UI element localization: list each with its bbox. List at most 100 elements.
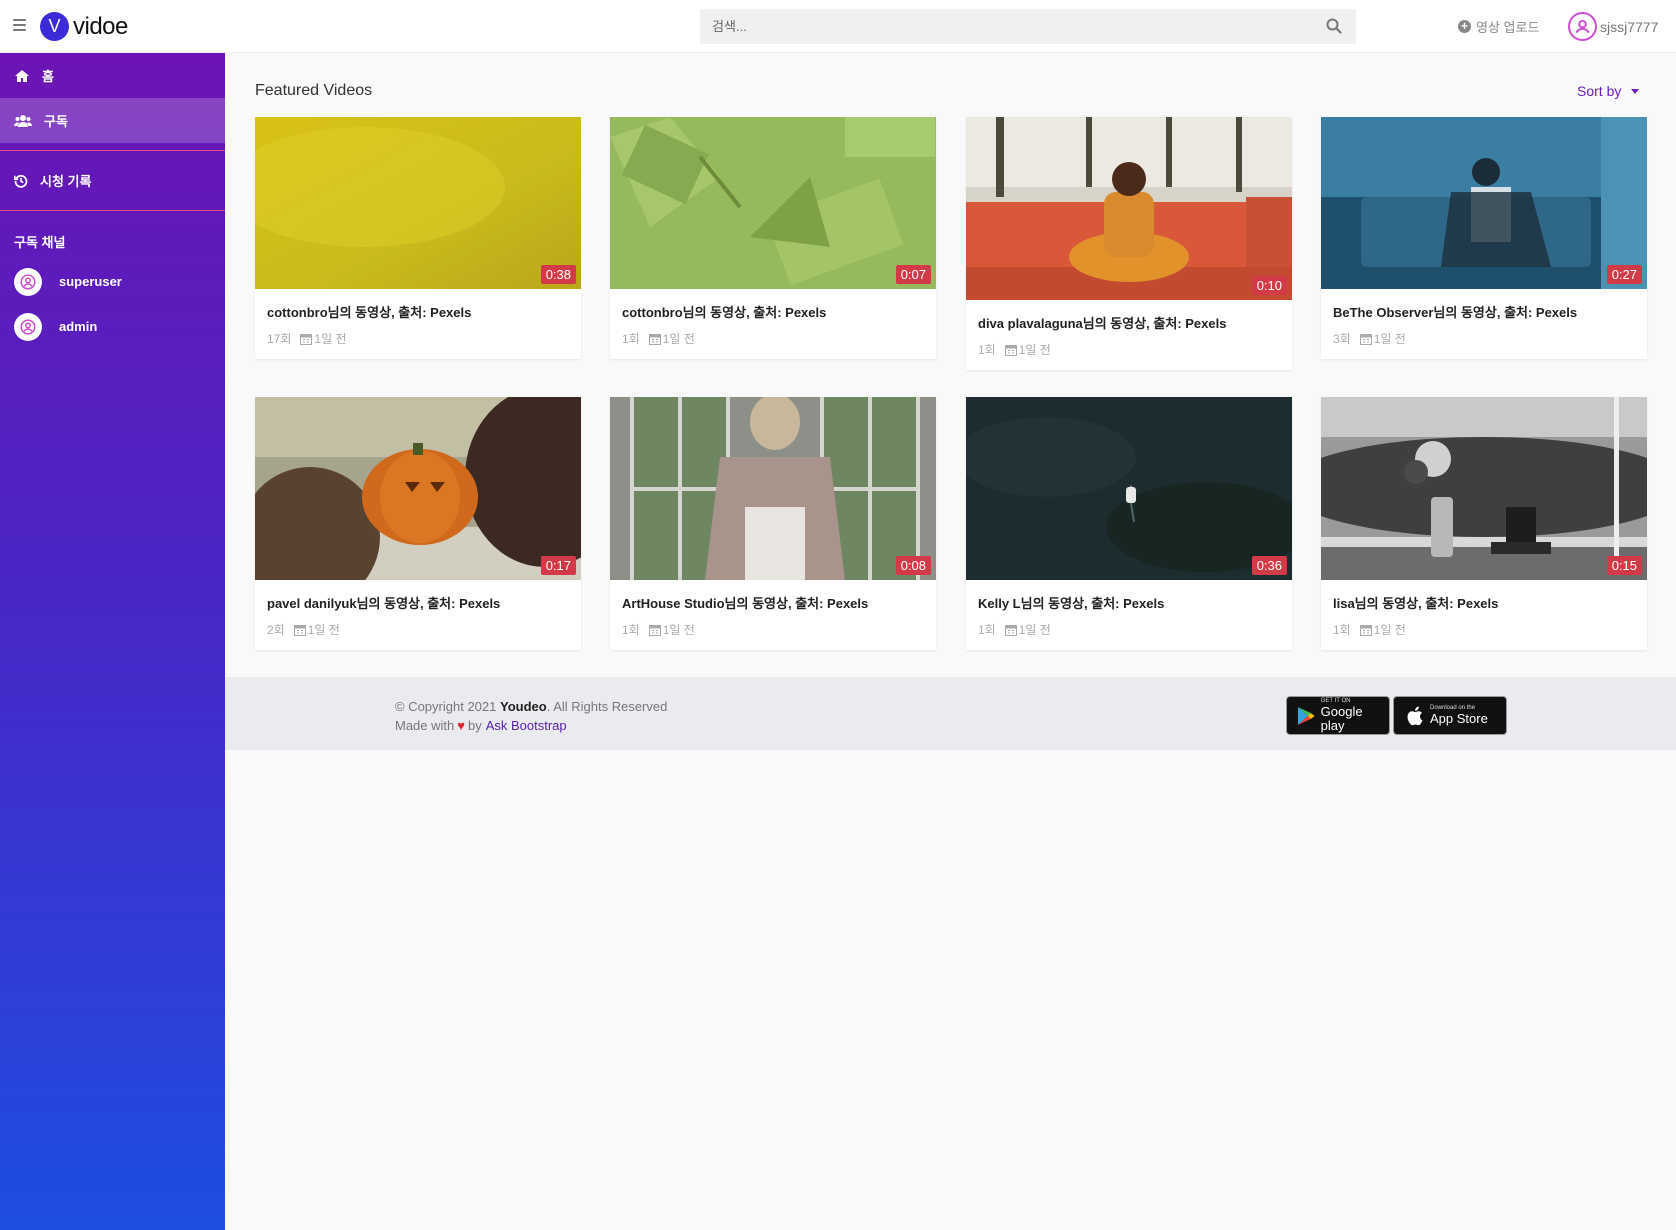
video-card[interactable]: 0:08 ArtHouse Studio님의 동영상, 출처: Pexels 1… [610, 397, 936, 650]
upload-date: 1일 전 [1018, 623, 1051, 637]
video-title[interactable]: lisa님의 동영상, 출처: Pexels [1333, 593, 1635, 612]
sidebar-item-label: 구독 [44, 114, 68, 129]
sort-label: Sort by [1577, 83, 1622, 99]
user-menu[interactable]: sjssj7777 [1568, 12, 1658, 41]
channel-name: superuser [59, 274, 122, 289]
sidebar: 홈 구독 시청 기록 구독 채널 superuser admin [0, 53, 225, 1230]
search-bar [700, 9, 1356, 44]
video-thumbnail[interactable]: 0:15 [1321, 397, 1647, 580]
video-thumbnail[interactable]: 0:08 [610, 397, 936, 580]
upload-button[interactable]: + 영상 업로드 [1458, 17, 1539, 36]
video-title[interactable]: pavel danilyuk님의 동영상, 출처: Pexels [267, 593, 569, 612]
video-thumbnail[interactable]: 0:10 [966, 117, 1292, 300]
upload-date: 1일 전 [1373, 332, 1406, 346]
video-title[interactable]: diva plavalaguna님의 동영상, 출처: Pexels [978, 313, 1280, 332]
sidebar-divider [0, 210, 225, 211]
sort-dropdown[interactable]: Sort by [1577, 83, 1640, 99]
video-card[interactable]: 0:36 Kelly L님의 동영상, 출처: Pexels 1회 1일 전 [966, 397, 1292, 650]
calendar-icon [300, 333, 313, 345]
duration-badge: 0:17 [540, 556, 576, 575]
calendar-icon [1004, 624, 1017, 636]
video-title[interactable]: cottonbro님의 동영상, 출처: Pexels [622, 302, 924, 321]
duration-badge: 0:08 [895, 556, 931, 575]
search-icon[interactable] [1326, 18, 1342, 34]
calendar-icon [648, 624, 661, 636]
sidebar-item-subscriptions[interactable]: 구독 [0, 98, 225, 143]
upload-date: 1일 전 [1018, 343, 1051, 357]
video-card[interactable]: 0:17 pavel danilyuk님의 동영상, 출처: Pexels 2회… [255, 397, 581, 650]
video-card[interactable]: 0:15 lisa님의 동영상, 출처: Pexels 1회 1일 전 [1321, 397, 1647, 650]
view-count: 1회 [622, 332, 640, 346]
calendar-icon [1004, 344, 1017, 356]
upload-date: 1일 전 [662, 623, 695, 637]
video-thumbnail[interactable]: 0:36 [966, 397, 1292, 580]
by-label: by [467, 718, 482, 733]
sidebar-item-label: 홈 [42, 69, 54, 84]
view-count: 1회 [978, 343, 996, 357]
copyright-text: © Copyright 2021 Youdeo. All Rights Rese… [395, 699, 667, 714]
video-card[interactable]: 0:27 BeThe Observer님의 동영상, 출처: Pexels 3회… [1321, 117, 1647, 359]
channel-item-superuser[interactable]: superuser [0, 259, 225, 304]
history-icon [14, 174, 28, 188]
view-count: 1회 [622, 623, 640, 637]
made-with-label: Made with [395, 718, 455, 733]
calendar-icon [648, 333, 661, 345]
made-with-text: Made with ♥ by Ask Bootstrap [395, 718, 567, 733]
channel-item-admin[interactable]: admin [0, 304, 225, 349]
home-icon [15, 69, 29, 82]
logo-text: vidoe [73, 12, 128, 40]
upload-date: 1일 전 [314, 332, 347, 346]
video-thumbnail[interactable]: 0:07 [610, 117, 936, 289]
video-thumbnail[interactable]: 0:27 [1321, 117, 1647, 289]
ask-bootstrap-link[interactable]: Ask Bootstrap [486, 718, 567, 733]
menu-toggle-icon[interactable] [13, 19, 26, 31]
subscribed-channels-heading: 구독 채널 [14, 235, 66, 250]
video-thumbnail[interactable]: 0:17 [255, 397, 581, 580]
video-title[interactable]: Kelly L님의 동영상, 출처: Pexels [978, 593, 1280, 612]
upload-date: 1일 전 [1373, 623, 1406, 637]
video-title[interactable]: ArtHouse Studio님의 동영상, 출처: Pexels [622, 593, 924, 612]
duration-badge: 0:15 [1606, 556, 1642, 575]
thumbnail-image [1321, 117, 1647, 289]
view-count: 3회 [1333, 332, 1351, 346]
google-play-button[interactable]: GET IT ON Google play [1286, 696, 1390, 735]
video-card[interactable]: 0:07 cottonbro님의 동영상, 출처: Pexels 1회 1일 전 [610, 117, 936, 359]
duration-badge: 0:36 [1251, 556, 1287, 575]
sidebar-item-home[interactable]: 홈 [0, 53, 225, 98]
apple-icon [1407, 706, 1423, 725]
users-icon [14, 114, 32, 127]
video-card[interactable]: 0:38 cottonbro님의 동영상, 출처: Pexels 17회 1일 … [255, 117, 581, 359]
upload-label: 영상 업로드 [1476, 20, 1540, 35]
google-play-label: Google play [1320, 704, 1363, 733]
copyright-prefix: © Copyright 2021 [395, 699, 497, 714]
app-store-button[interactable]: Download on the App Store [1393, 696, 1507, 735]
logo[interactable]: V vidoe [40, 12, 128, 41]
calendar-icon [1359, 333, 1372, 345]
top-navbar: V vidoe + 영상 업로드 sjssj7777 [0, 0, 1676, 53]
thumbnail-image [255, 397, 581, 580]
calendar-icon [293, 624, 306, 636]
thumbnail-image [966, 397, 1292, 580]
thumbnail-image [610, 397, 936, 580]
upload-date: 1일 전 [662, 332, 695, 346]
thumbnail-image [610, 117, 936, 289]
logo-mark: V [40, 12, 69, 41]
video-title[interactable]: cottonbro님의 동영상, 출처: Pexels [267, 302, 569, 321]
video-card[interactable]: 0:10 diva plavalaguna님의 동영상, 출처: Pexels … [966, 117, 1292, 370]
calendar-icon [1359, 624, 1372, 636]
thumbnail-image [966, 117, 1292, 300]
search-input[interactable] [700, 9, 1356, 44]
view-count: 2회 [267, 623, 285, 637]
video-thumbnail[interactable]: 0:38 [255, 117, 581, 289]
view-count: 17회 [267, 332, 292, 346]
video-title[interactable]: BeThe Observer님의 동영상, 출처: Pexels [1333, 302, 1635, 321]
sidebar-item-history[interactable]: 시청 기록 [0, 158, 225, 203]
thumbnail-image [1321, 397, 1647, 580]
plus-circle-icon: + [1458, 20, 1471, 33]
section-title: Featured Videos [255, 82, 373, 99]
google-play-icon [1297, 706, 1315, 725]
duration-badge: 0:07 [895, 265, 931, 284]
app-store-label: App Store [1430, 711, 1488, 726]
channel-avatar-icon [14, 312, 42, 341]
username: sjssj7777 [1600, 18, 1659, 35]
